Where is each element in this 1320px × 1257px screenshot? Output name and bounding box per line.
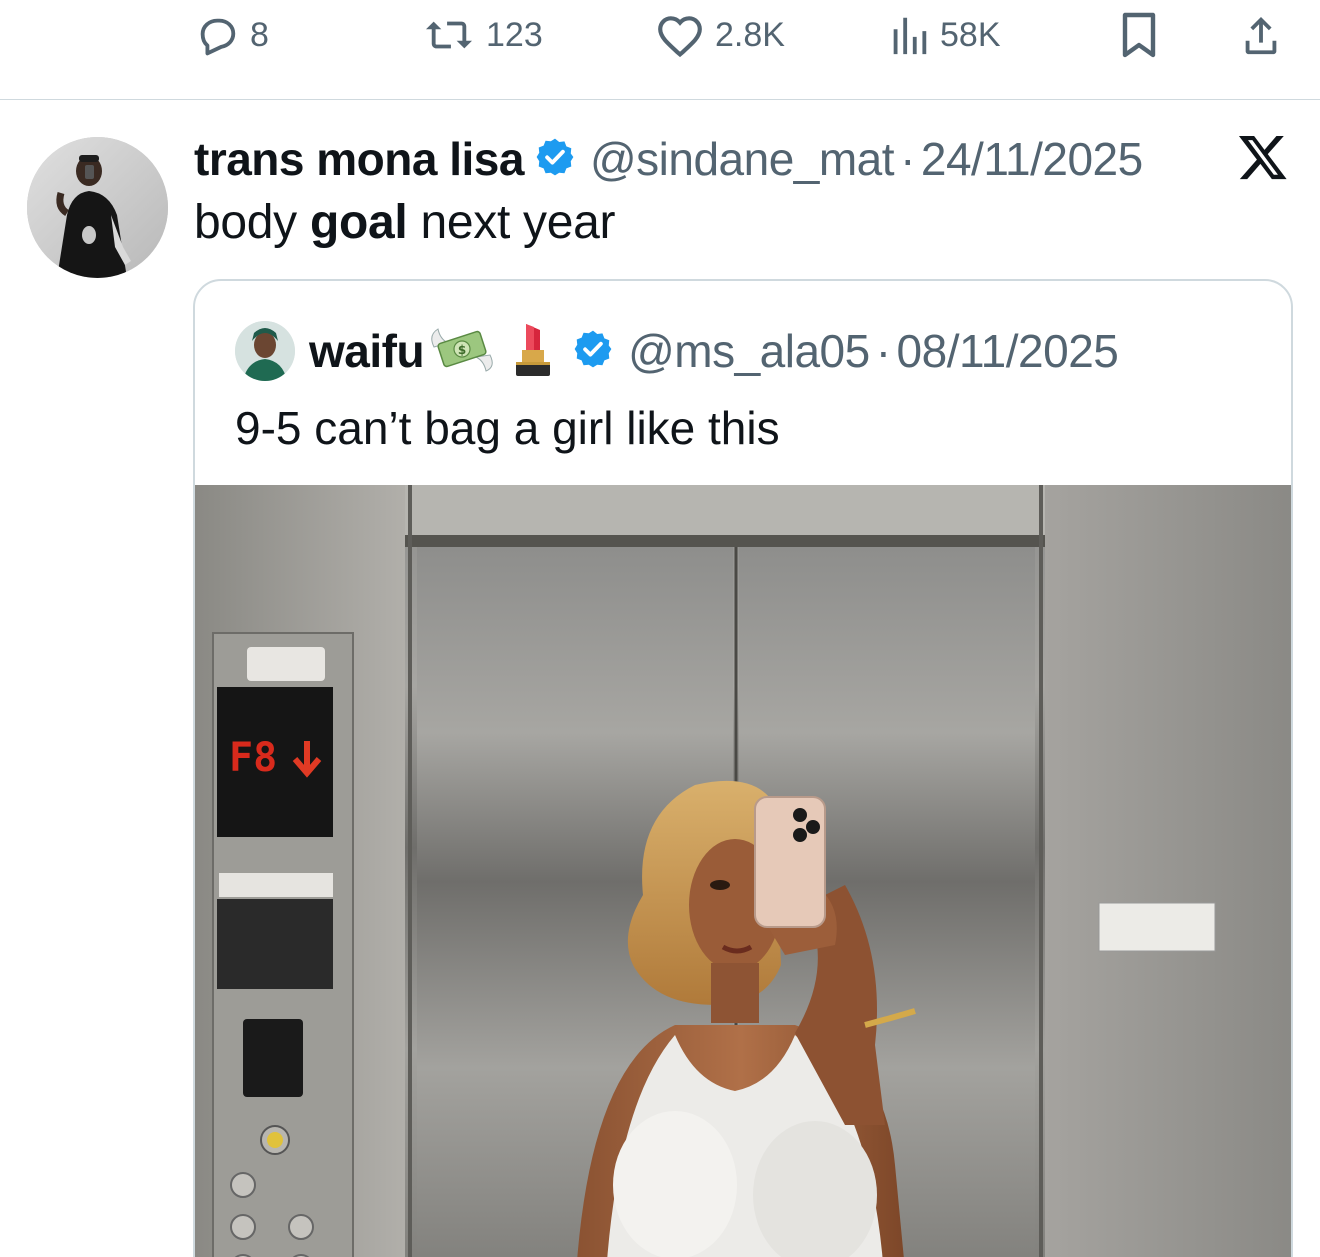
tweet-text: body goal next year: [194, 195, 616, 250]
views-icon: [888, 12, 930, 58]
quoted-tweet-text: 9-5 can’t bag a girl like this: [235, 402, 780, 454]
display-name[interactable]: trans mona lisa: [194, 132, 524, 186]
verified-badge-icon: [534, 136, 576, 183]
quoted-handle[interactable]: @ms_ala05: [628, 324, 870, 378]
repost-button[interactable]: 123: [422, 10, 543, 60]
tweet-header: trans mona lisa @sindane_mat · 24/11/202…: [194, 130, 1143, 188]
lipstick-icon: [510, 320, 556, 383]
repost-icon: [422, 12, 476, 58]
x-logo-icon: [1237, 131, 1289, 183]
share-icon: [1238, 11, 1284, 59]
svg-text:F8: F8: [229, 735, 277, 781]
tweet-text-bold: goal: [309, 196, 408, 249]
like-icon: [655, 12, 705, 58]
quoted-display-name[interactable]: waifu: [309, 324, 425, 378]
quoted-tweet-card[interactable]: waifu $ @ms_ala05 · 08/11/2025 9-5 can’t…: [193, 279, 1293, 1257]
tweet-action-bar: 8 123 2.8K 58K: [0, 0, 1320, 100]
like-count: 2.8K: [715, 15, 785, 54]
timestamp[interactable]: 24/11/2025: [921, 132, 1143, 186]
repost-count: 123: [486, 15, 543, 54]
quoted-separator-dot: ·: [875, 325, 891, 377]
svg-text:$: $: [458, 343, 466, 357]
quoted-tweet-header: waifu $ @ms_ala05 · 08/11/2025: [235, 320, 1119, 383]
quoted-avatar[interactable]: [235, 321, 295, 381]
views-button[interactable]: 58K: [888, 10, 1001, 60]
tweet-text-part: body: [194, 196, 310, 249]
avatar-photo: [27, 137, 168, 278]
views-count: 58K: [940, 15, 1001, 54]
share-button[interactable]: [1238, 10, 1284, 60]
bookmark-button[interactable]: [1118, 10, 1160, 60]
bookmark-icon: [1118, 11, 1160, 59]
quoted-verified-badge-icon: [572, 328, 614, 375]
quoted-avatar-photo: [235, 321, 295, 381]
handle[interactable]: @sindane_mat: [590, 132, 895, 186]
tweet-text-part: next year: [407, 196, 616, 249]
elevator-selfie-photo: F8: [195, 485, 1291, 1257]
reply-button[interactable]: 8: [194, 10, 269, 60]
reply-count: 8: [250, 15, 269, 54]
separator-dot: ·: [900, 133, 915, 185]
quoted-media-image[interactable]: F8: [195, 485, 1291, 1257]
avatar[interactable]: [27, 137, 168, 278]
like-button[interactable]: 2.8K: [655, 10, 785, 60]
reply-icon: [194, 12, 240, 58]
money-with-wings-icon: $: [428, 321, 496, 382]
quoted-timestamp[interactable]: 08/11/2025: [897, 324, 1119, 378]
